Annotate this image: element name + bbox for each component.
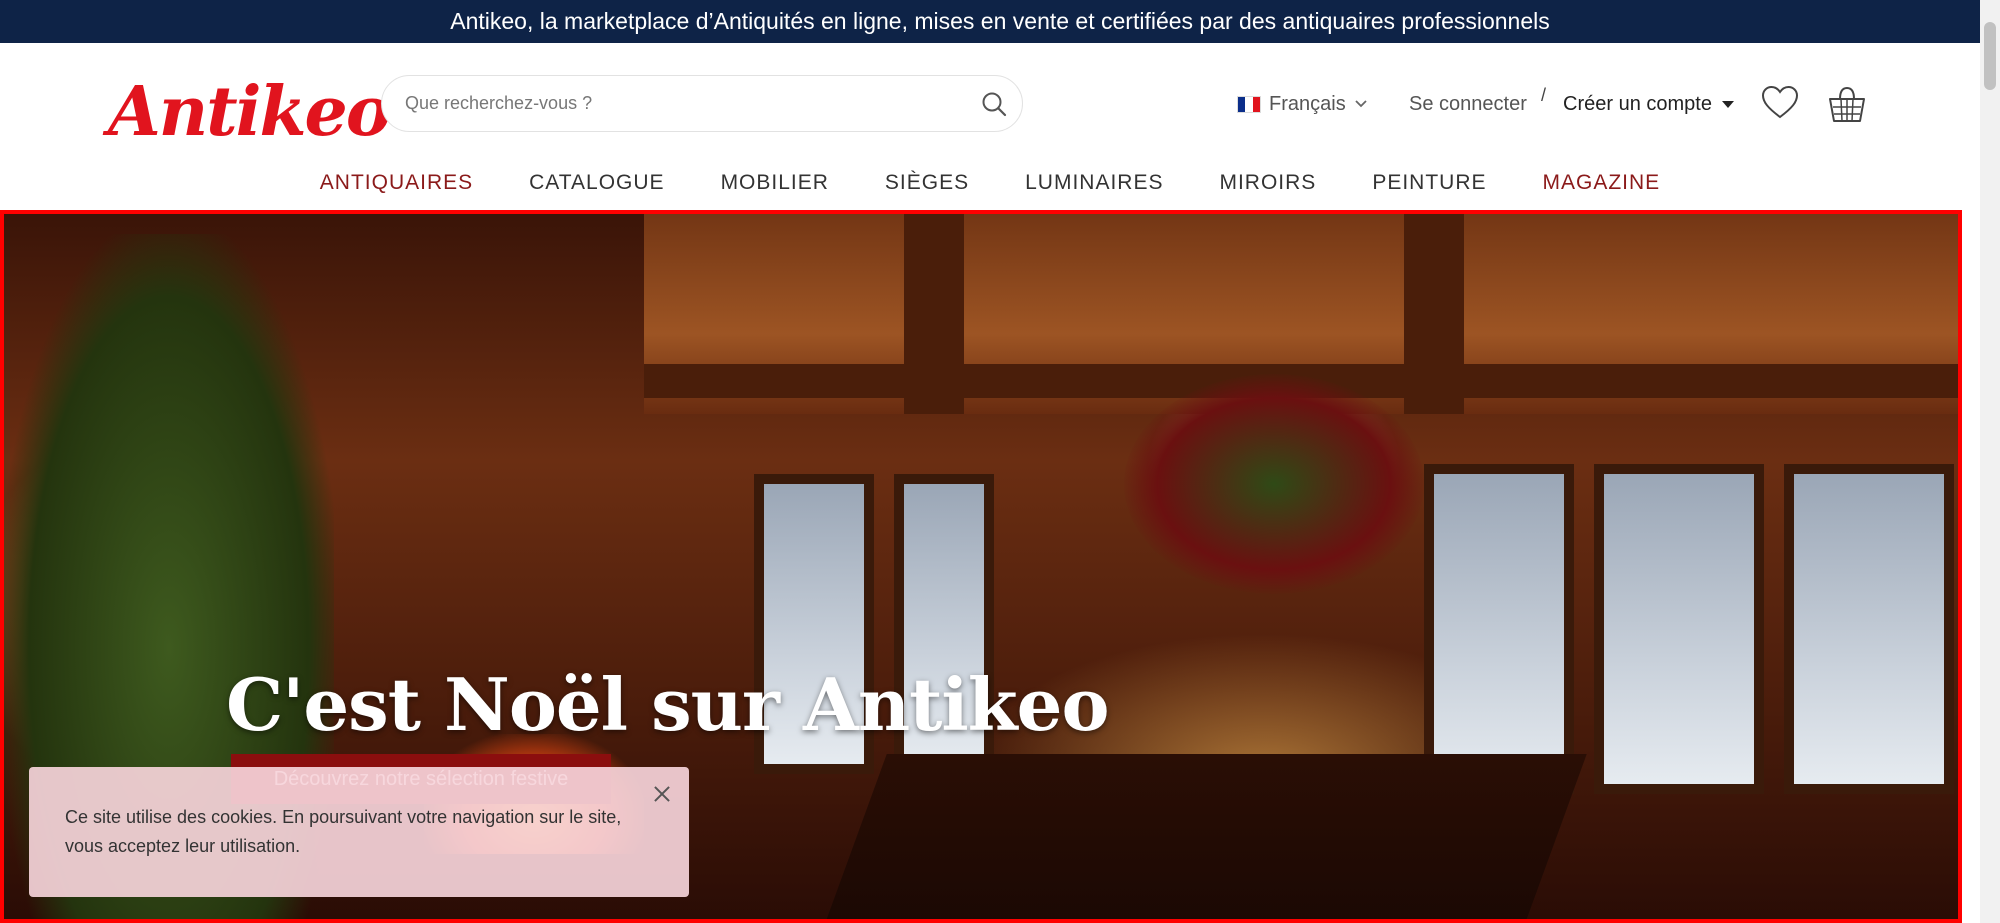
create-account-dropdown[interactable]: Créer un compte [1563, 89, 1734, 119]
hero-image-chandelier [1124, 374, 1424, 594]
hero-image-window [1784, 464, 1954, 794]
hero-image-dining-table [821, 754, 1587, 919]
announcement-text: Antikeo, la marketplace d’Antiquités en … [450, 8, 1550, 34]
login-link[interactable]: Se connecter [1409, 89, 1527, 119]
page-scrollbar[interactable] [1980, 0, 2000, 923]
nav-item-catalogue[interactable]: CATALOGUE [501, 163, 692, 203]
hero-image-window [1594, 464, 1764, 794]
close-icon[interactable] [649, 781, 675, 807]
language-label: Français [1269, 92, 1346, 115]
nav-item-mobilier[interactable]: MOBILIER [693, 163, 857, 203]
chevron-down-icon [1355, 100, 1367, 108]
nav-item-peinture[interactable]: PEINTURE [1344, 163, 1514, 203]
hero-title: C'est Noël sur Antikeo [226, 662, 1109, 747]
nav-item-antiquaires[interactable]: ANTIQUAIRES [292, 163, 501, 203]
login-separator: / [1541, 85, 1547, 105]
main-navigation: ANTIQUAIRES CATALOGUE MOBILIER SIÈGES LU… [0, 163, 1980, 203]
site-header: Antikeo Français Se connecter / Créer un… [0, 43, 1980, 211]
hero-image-window [1424, 464, 1574, 794]
antikeo-logo[interactable]: Antikeo [108, 69, 391, 155]
caret-down-icon [1721, 100, 1734, 108]
search-icon[interactable] [980, 90, 1008, 118]
nav-item-sieges[interactable]: SIÈGES [857, 163, 997, 203]
nav-item-miroirs[interactable]: MIROIRS [1191, 163, 1344, 203]
nav-item-luminaires[interactable]: LUMINAIRES [997, 163, 1191, 203]
scrollbar-thumb[interactable] [1984, 22, 1996, 90]
heart-icon[interactable] [1760, 83, 1800, 123]
cookie-banner: Ce site utilise des cookies. En poursuiv… [29, 767, 689, 897]
cookie-text: Ce site utilise des cookies. En poursuiv… [65, 807, 622, 856]
basket-icon[interactable] [1826, 83, 1868, 125]
search-bar[interactable] [381, 75, 1023, 132]
search-input[interactable] [405, 93, 945, 114]
top-announcement-bar: Antikeo, la marketplace d’Antiquités en … [0, 0, 2000, 43]
flag-fr-icon [1237, 95, 1261, 113]
nav-item-magazine[interactable]: MAGAZINE [1515, 163, 1689, 203]
language-selector[interactable]: Français [1237, 89, 1368, 119]
create-account-label: Créer un compte [1563, 93, 1712, 115]
